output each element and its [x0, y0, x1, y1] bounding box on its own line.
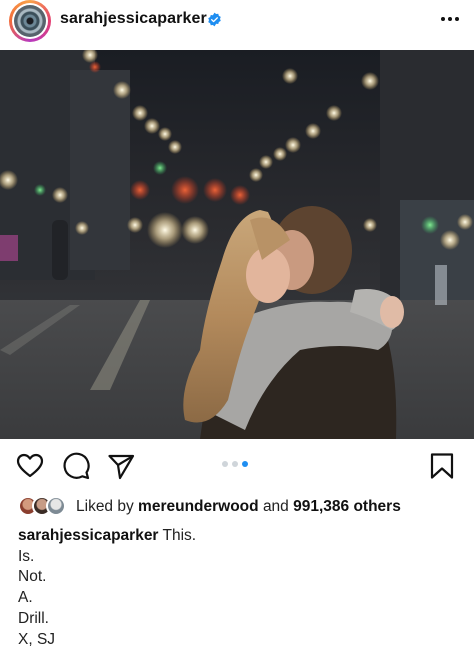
- liked-by-username[interactable]: mereunderwood: [138, 498, 259, 515]
- more-options-icon[interactable]: [439, 9, 461, 29]
- post-actions: [0, 452, 474, 482]
- comment-icon[interactable]: [62, 452, 90, 480]
- carousel-dot: [232, 461, 238, 467]
- avatar-image: [14, 5, 46, 37]
- caption-line: A.: [18, 589, 33, 607]
- caption-line: Is.: [18, 547, 35, 565]
- likes-others-count[interactable]: 991,386 others: [293, 498, 401, 515]
- avatar-border: [12, 3, 48, 39]
- post-header: sarahjessicaparker: [0, 0, 474, 50]
- caption-line: X, SJ: [18, 630, 56, 648]
- likes-prefix: Liked by: [76, 498, 134, 515]
- likes-row: Liked by mereunderwood and 991,386 other…: [18, 496, 458, 518]
- post-caption: sarahjessicaparker This. Is. Not. A. Dri…: [18, 526, 196, 650]
- carousel-dot: [222, 461, 228, 467]
- caption-line: Drill.: [18, 609, 49, 627]
- liked-by-avatars[interactable]: [18, 496, 70, 516]
- photo-scene: [0, 50, 474, 439]
- caption-username[interactable]: sarahjessicaparker: [18, 527, 158, 544]
- verified-badge-icon: [208, 12, 221, 27]
- profile-avatar[interactable]: [9, 0, 51, 42]
- caption-text: This.: [162, 527, 197, 544]
- likes-summary[interactable]: Liked by mereunderwood and 991,386 other…: [76, 498, 401, 516]
- likes-connector: and: [262, 498, 289, 515]
- caption-line: Not.: [18, 568, 47, 586]
- caption-first-line: sarahjessicaparker This.: [18, 526, 196, 547]
- liker-avatar: [46, 496, 66, 516]
- carousel-indicator: [222, 461, 248, 467]
- post-photo[interactable]: [0, 50, 474, 439]
- share-icon[interactable]: [107, 452, 135, 480]
- bookmark-icon[interactable]: [428, 452, 456, 480]
- heart-icon[interactable]: [16, 452, 44, 480]
- post-username[interactable]: sarahjessicaparker: [60, 10, 207, 28]
- carousel-dot-active: [242, 461, 248, 467]
